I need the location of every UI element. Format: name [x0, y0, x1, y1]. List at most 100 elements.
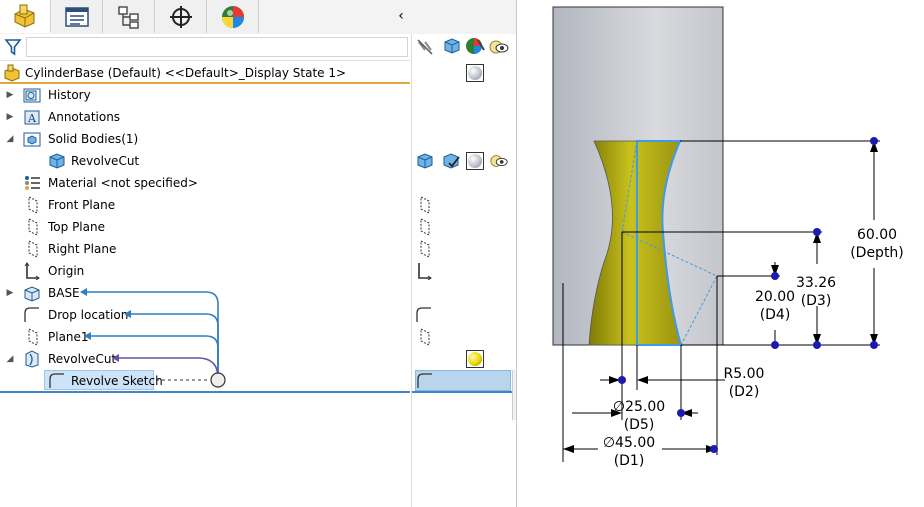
- plane-icon: [22, 240, 42, 258]
- plane-icon: [22, 328, 42, 346]
- hide-show-icon[interactable]: [415, 37, 435, 57]
- tree-item-material[interactable]: Material <not specified>: [0, 172, 410, 194]
- extrude-feature-icon: [22, 284, 42, 302]
- dimension-d2[interactable]: R5.00 (D2): [713, 365, 775, 401]
- dimxpert-tab[interactable]: [156, 0, 207, 33]
- tree-item-label: Right Plane: [48, 242, 117, 256]
- body-display-cell[interactable]: [489, 151, 509, 171]
- revolvecut-appearance-cell[interactable]: [465, 349, 485, 369]
- tree-item-label: RevolveCut: [48, 352, 117, 366]
- tree-item-label: BASE: [48, 286, 80, 300]
- expand-arrow-icon[interactable]: ▶: [5, 288, 15, 298]
- expand-arrow-icon[interactable]: ▶: [5, 90, 15, 100]
- propertymanager-tab[interactable]: [52, 0, 103, 33]
- dimension-value: 60.00: [856, 227, 898, 243]
- tree-item-revolve-sketch[interactable]: Revolve Sketch: [0, 370, 410, 392]
- dimension-depth[interactable]: 60.00 (Depth): [840, 226, 914, 262]
- body-appearance-cell[interactable]: [465, 151, 485, 171]
- sketch-icon: [417, 373, 432, 388]
- collapse-arrow-icon[interactable]: ◢: [5, 134, 15, 144]
- plane-visibility-icon[interactable]: [414, 240, 434, 258]
- svg-text:A: A: [27, 112, 37, 125]
- appearance-icon[interactable]: [465, 36, 485, 56]
- tree-item-base[interactable]: ▶ BASE: [0, 282, 410, 304]
- sketch-icon: [47, 372, 67, 390]
- solid-bodies-folder-icon: [22, 130, 42, 148]
- tree-item-label: Drop location: [48, 308, 129, 322]
- expand-arrow-icon[interactable]: ▶: [5, 112, 15, 122]
- dimension-name: (Depth): [850, 245, 904, 261]
- collapse-panel-button[interactable]: ‹: [393, 7, 409, 25]
- sketch-visibility-icon[interactable]: [414, 306, 434, 324]
- tree-item-revolvecut-body[interactable]: RevolveCut: [0, 150, 508, 172]
- tree-item-label: Top Plane: [48, 220, 105, 234]
- dimension-name: (D4): [759, 307, 791, 323]
- tree-root[interactable]: CylinderBase (Default) <<Default>_Displa…: [0, 62, 484, 84]
- root-appearance-cell[interactable]: [465, 63, 485, 83]
- sketch-icon: [22, 306, 42, 324]
- rollback-bar-columns: [412, 391, 516, 393]
- revolve-cut-icon: [22, 350, 42, 368]
- tree-item-label: Solid Bodies(1): [48, 132, 139, 146]
- tree-item-right-plane[interactable]: Right Plane: [0, 238, 430, 260]
- body-checked-icon: [443, 153, 460, 169]
- displaymanager-tab[interactable]: [208, 0, 259, 33]
- tree-item-label: Material <not specified>: [48, 176, 198, 190]
- tree-item-label: Plane1: [48, 330, 89, 344]
- filter-input[interactable]: [26, 37, 408, 57]
- origin-visibility-icon[interactable]: [414, 262, 434, 280]
- column-header: [412, 34, 516, 60]
- body-visibility-cell[interactable]: [415, 151, 435, 171]
- rollback-bar[interactable]: [0, 391, 410, 393]
- display-state-icon: [490, 155, 508, 167]
- collapse-arrow-icon[interactable]: ◢: [5, 354, 15, 364]
- tree-item-label: Front Plane: [48, 198, 116, 212]
- tree-item-top-plane[interactable]: Top Plane: [0, 216, 430, 238]
- dimension-name: (D2): [728, 384, 760, 400]
- tree-item-label: Annotations: [48, 110, 121, 124]
- graphics-area[interactable]: 60.00 (Depth) 33.26 (D3) 20.00 (D4) R5.0…: [517, 0, 924, 507]
- tree-item-history[interactable]: ▶ History: [0, 84, 410, 106]
- tree-item-origin[interactable]: Origin: [0, 260, 432, 282]
- origin-icon: [22, 262, 42, 280]
- configurationmanager-tab[interactable]: [104, 0, 155, 33]
- tree-item-front-plane[interactable]: Front Plane: [0, 194, 430, 216]
- column-divider: [411, 34, 412, 507]
- plane-icon: [22, 196, 42, 214]
- solid-body-icon[interactable]: [442, 36, 462, 56]
- dimension-d5[interactable]: ∅25.00 (D5): [605, 398, 673, 434]
- dimension-d4[interactable]: 20.00 (D4): [747, 288, 803, 324]
- panel-tabs: ‹: [0, 0, 516, 34]
- dimension-value: 20.00: [754, 289, 796, 305]
- dimension-name: (D5): [623, 417, 655, 433]
- configurationmanager-icon: [118, 5, 139, 29]
- body-check-cell[interactable]: [441, 151, 461, 171]
- tree-item-solid-bodies[interactable]: ◢ Solid Bodies(1): [0, 128, 410, 150]
- material-icon: [22, 174, 42, 192]
- dimension-value: ∅45.00: [602, 435, 656, 451]
- tree-item-annotations[interactable]: ▶ A Annotations: [0, 106, 410, 128]
- annotations-icon: A: [22, 108, 42, 126]
- featuremanager-icon: [14, 4, 35, 28]
- tree-item-label: Revolve Sketch: [71, 374, 163, 388]
- display-state-icon[interactable]: [488, 37, 510, 57]
- propertymanager-icon: [65, 6, 89, 27]
- featuremanager-tab[interactable]: [0, 0, 51, 33]
- dimxpert-icon: [170, 5, 192, 28]
- plane-visibility-icon[interactable]: [414, 218, 434, 236]
- tree-item-plane1[interactable]: Plane1: [0, 326, 430, 348]
- dimension-value: R5.00: [723, 366, 765, 382]
- history-icon: [22, 86, 42, 104]
- solid-body-icon: [47, 152, 67, 170]
- dimension-d1[interactable]: ∅45.00 (D1): [595, 434, 663, 470]
- filter-icon[interactable]: [4, 38, 22, 56]
- tree-item-label: Origin: [48, 264, 85, 278]
- solid-body-icon: [417, 153, 433, 169]
- feature-manager-panel: ‹ CylinderBase (Default) <<Default>_Disp…: [0, 0, 517, 507]
- tree-item-revolvecut[interactable]: ◢ RevolveCut: [0, 348, 484, 370]
- part-icon: [4, 64, 20, 82]
- tree-item-drop-location[interactable]: Drop location: [0, 304, 431, 326]
- plane-visibility-icon[interactable]: [414, 328, 434, 346]
- plane-icon: [22, 218, 42, 236]
- plane-visibility-icon[interactable]: [414, 196, 434, 214]
